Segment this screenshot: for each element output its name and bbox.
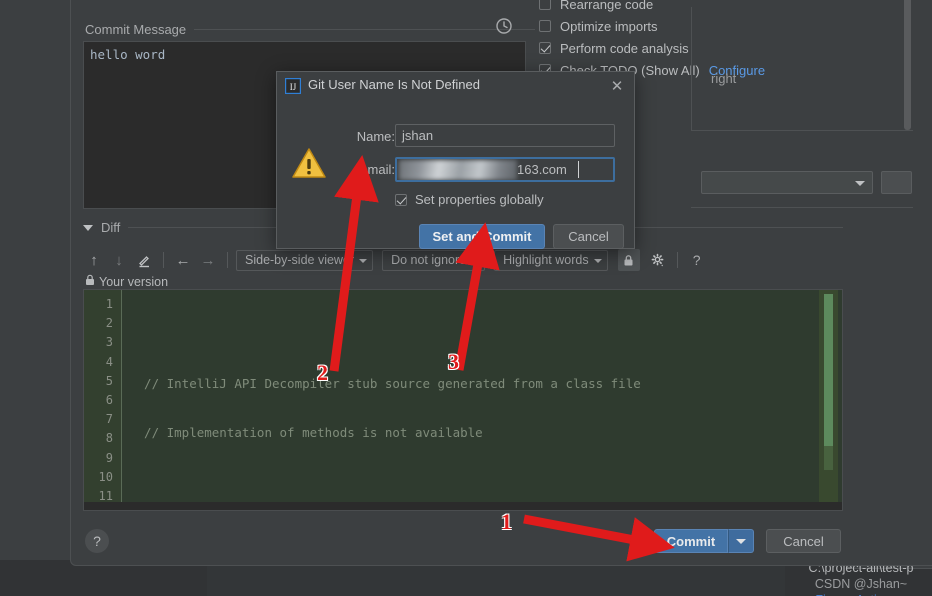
panel-divider-2 — [691, 207, 913, 208]
git-dialog-cancel-button[interactable]: Cancel — [553, 224, 624, 249]
name-value: jshan — [402, 128, 434, 143]
toolbar-separator — [676, 252, 678, 268]
line-number: 1 — [105, 297, 113, 311]
toolbar-separator — [227, 252, 228, 268]
diff-label: Diff — [101, 220, 121, 235]
code-content[interactable]: // IntelliJ API Decompiler stub source g… — [129, 295, 842, 510]
diff-toolbar: ↑ ↓ ← → Side-by-side viewer Do not ignor… — [83, 248, 708, 272]
set-properties-globally-checkbox[interactable]: Set properties globally — [395, 192, 544, 207]
line-number: 2 — [105, 316, 113, 331]
checkbox-label: Optimize imports — [560, 18, 658, 34]
intellij-icon: IJ — [284, 77, 302, 95]
screenshot-root: t configuratio iles Always ws Defender p… — [0, 0, 932, 596]
arrow-up-icon[interactable]: ↑ — [83, 249, 105, 271]
header-rule — [194, 28, 535, 30]
help-button[interactable]: ? — [85, 529, 109, 553]
ignore-mode-value: Do not ignore — [391, 253, 467, 267]
code-line: // Implementation of methods is not avai… — [129, 425, 483, 441]
right-panel-button[interactable] — [881, 171, 912, 194]
editor-bottom-strip — [84, 502, 842, 510]
panel-scrollbar[interactable] — [904, 0, 911, 130]
diff-editor[interactable]: 1 2 3 4 5 6 7 8 9 10 11 // IntelliJ API … — [83, 289, 843, 511]
email-label: E-mail: — [354, 162, 395, 177]
pencil-icon[interactable] — [133, 249, 155, 271]
ide-bottom-cell — [207, 564, 785, 596]
warning-triangle-icon — [290, 146, 328, 180]
line-number: 8 — [105, 431, 113, 446]
code-line: // IntelliJ API Decompiler stub source g… — [129, 376, 641, 392]
your-version-label-row: Your version — [85, 274, 168, 289]
arrow-right-icon[interactable]: → — [197, 249, 219, 271]
line-number: 10 — [98, 469, 113, 484]
line-number-gutter: 1 2 3 4 5 6 7 8 9 10 11 — [84, 290, 122, 510]
text-caret — [578, 161, 579, 178]
lock-icon[interactable] — [617, 249, 640, 271]
email-value: 163.com — [517, 162, 567, 177]
set-and-commit-button[interactable]: Set and Commit — [419, 224, 545, 249]
viewer-mode-combobox[interactable]: Side-by-side viewer — [236, 249, 374, 271]
checkbox-label: Set properties globally — [415, 192, 544, 207]
checkbox-label: Rearrange code — [560, 0, 654, 12]
chevron-down-icon — [736, 538, 746, 544]
checkbox-box[interactable] — [395, 193, 407, 206]
editor-scrollbar-thumb[interactable] — [824, 294, 833, 446]
toolbar-separator — [163, 252, 164, 268]
ignore-mode-combobox[interactable]: Do not ignore — [382, 249, 486, 271]
chevron-down-icon — [855, 181, 865, 186]
commit-message-value: hello word — [90, 47, 166, 62]
watermark-credit: CSDN @Jshan~ — [814, 577, 908, 591]
viewer-mode-value: Side-by-side viewer — [245, 253, 355, 267]
checkbox-box[interactable] — [539, 0, 551, 10]
arrow-down-icon[interactable]: ↓ — [108, 249, 130, 271]
git-user-name-dialog: IJ Git User Name Is Not Defined ✕ Name: … — [276, 71, 635, 249]
commit-button[interactable]: Commit — [654, 529, 728, 553]
dialog-title: Git User Name Is Not Defined — [308, 77, 480, 92]
checkbox-box[interactable] — [539, 20, 551, 32]
ide-left-strip — [0, 0, 70, 596]
highlight-mode-combobox[interactable]: Highlight words — [494, 249, 608, 271]
right-panel-combobox[interactable] — [701, 171, 873, 194]
panel-divider — [691, 130, 913, 131]
line-number: 9 — [105, 450, 113, 465]
chevron-down-icon[interactable] — [83, 224, 93, 231]
chevron-down-icon — [359, 258, 368, 263]
checkbox-box[interactable] — [539, 42, 551, 54]
name-field[interactable]: jshan — [395, 124, 615, 147]
chevron-down-icon — [593, 258, 602, 263]
question-icon[interactable]: ? — [686, 249, 708, 271]
line-number: 5 — [105, 373, 113, 388]
line-number: 3 — [105, 335, 113, 350]
highlight-mode-value: Highlight words — [503, 253, 589, 267]
commit-dropdown-button[interactable] — [728, 529, 754, 553]
your-version-label: Your version — [99, 274, 169, 289]
clock-icon[interactable] — [495, 17, 513, 35]
right-side-panel — [691, 7, 913, 130]
checkbox-label: Perform code analysis — [560, 40, 689, 56]
close-icon[interactable]: ✕ — [608, 77, 626, 95]
commit-message-label: Commit Message — [85, 21, 187, 37]
cancel-button[interactable]: Cancel — [766, 529, 841, 553]
name-label: Name: — [356, 129, 395, 144]
gear-icon[interactable] — [647, 249, 669, 271]
chevron-down-icon — [471, 258, 480, 263]
right-panel-text: right — [711, 71, 737, 86]
arrow-left-icon[interactable]: ← — [172, 249, 194, 271]
email-field[interactable]: 163.com — [395, 157, 615, 182]
commit-message-header: Commit Message — [85, 19, 535, 39]
line-number: 6 — [105, 392, 113, 407]
lock-icon — [85, 274, 95, 289]
email-redaction-overlay — [399, 160, 517, 180]
line-number: 4 — [105, 354, 113, 369]
svg-text:IJ: IJ — [290, 82, 297, 92]
line-number: 7 — [105, 412, 113, 427]
editor-scrollbar-thumb-secondary[interactable] — [824, 446, 833, 470]
